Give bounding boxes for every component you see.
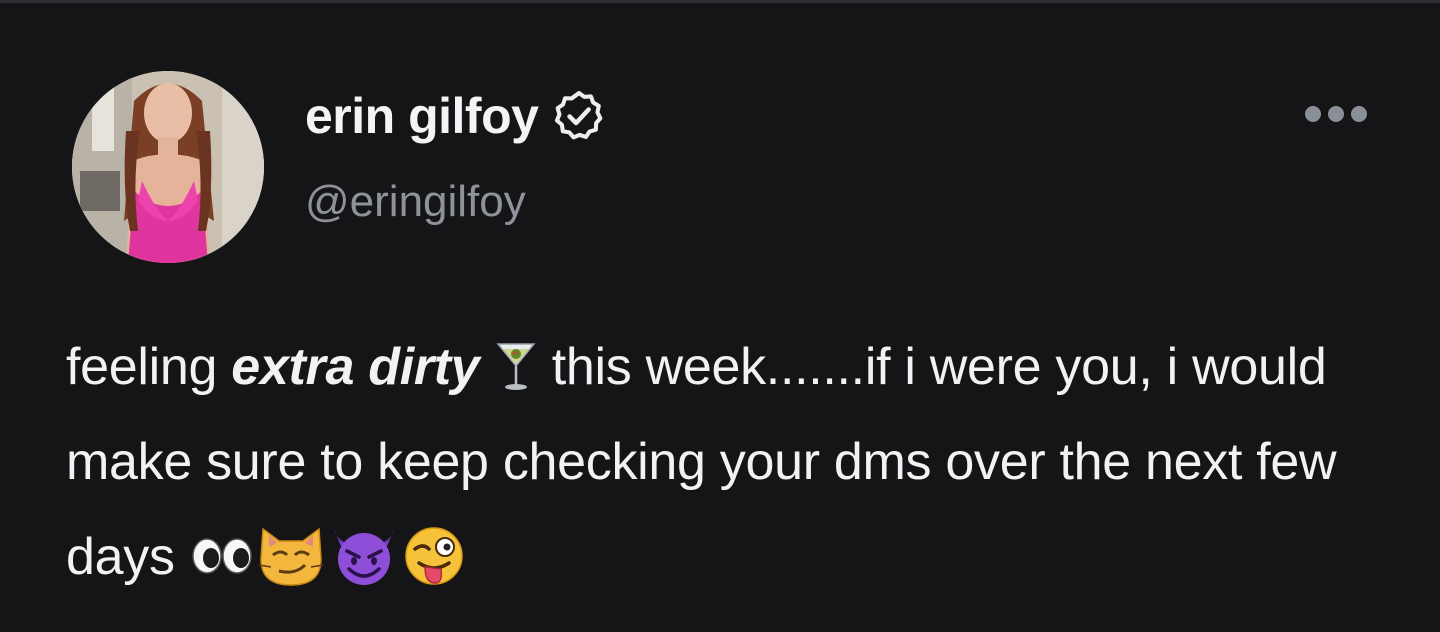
display-name[interactable]: erin gilfoy (305, 91, 539, 141)
winking-tongue-face-icon (401, 523, 467, 589)
eyes-icon (189, 534, 255, 578)
post-text-part1: feeling (66, 338, 232, 396)
more-dot (1351, 106, 1367, 122)
author-name-row: erin gilfoy (305, 84, 606, 148)
verified-badge-icon (552, 89, 606, 143)
more-dot (1328, 106, 1344, 122)
post-text: feeling extra dirty this week.......if i… (66, 320, 1396, 605)
avatar[interactable] (72, 71, 264, 263)
post-text-emphasis: extra dirty (231, 338, 480, 396)
profile-photo-icon (72, 71, 264, 263)
smirking-cat-icon (255, 525, 327, 587)
smiling-devil-icon (327, 525, 401, 587)
more-dot (1305, 106, 1321, 122)
martini-glass-icon (494, 338, 538, 394)
more-options-button[interactable] (1296, 97, 1376, 131)
author-handle[interactable]: @eringilfoy (305, 180, 526, 224)
post-card: erin gilfoy @eringilfoy feeling extra di… (0, 0, 1440, 632)
